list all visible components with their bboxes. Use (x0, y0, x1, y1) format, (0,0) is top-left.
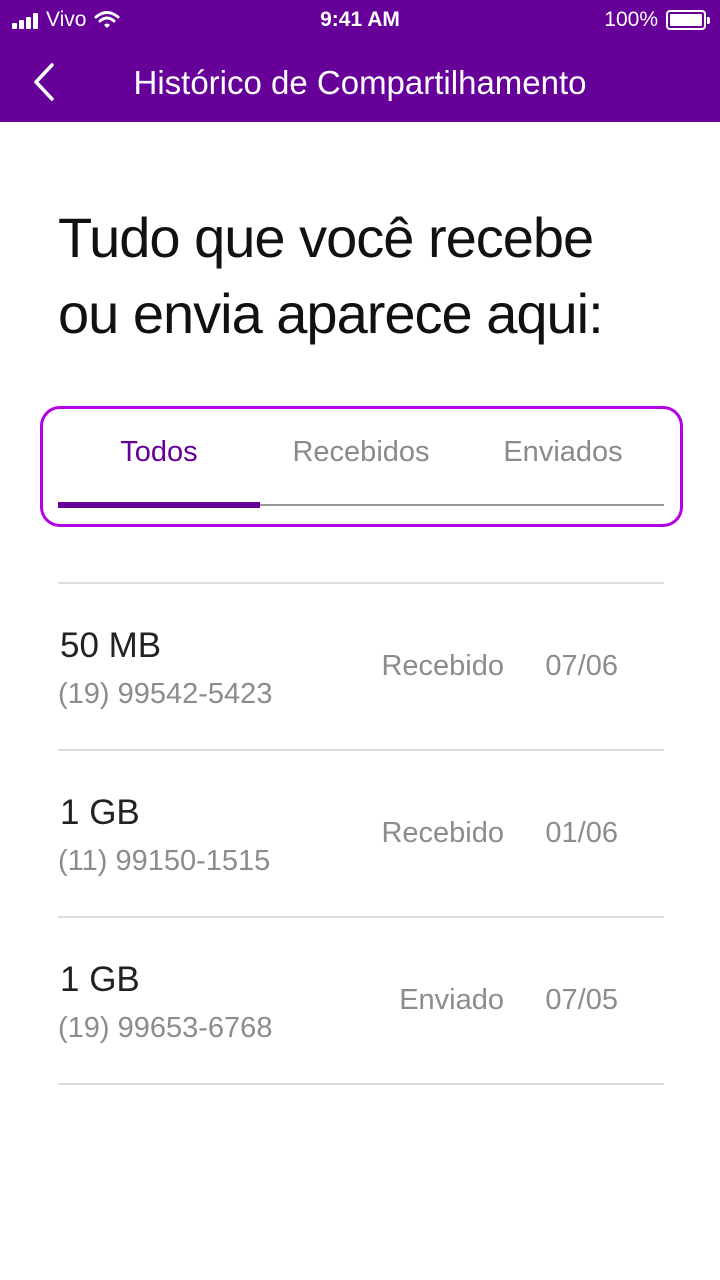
item-amount: 1 GB (60, 960, 140, 999)
status-right: 100% (604, 8, 710, 32)
history-item[interactable]: 1 GB (11) 99150-1515 Recebido 01/06 (58, 751, 664, 918)
tab-enviados[interactable]: Enviados (462, 420, 664, 506)
battery-percent: 100% (604, 8, 658, 31)
top-bar: Vivo 9:41 AM 100% Histórico de Compartil… (0, 0, 720, 122)
item-phone: (19) 99653-6768 (58, 1012, 273, 1044)
item-amount: 50 MB (60, 626, 162, 665)
tab-todos[interactable]: Todos (58, 420, 260, 508)
item-phone: (19) 99542-5423 (58, 678, 273, 710)
history-list: 50 MB (19) 99542-5423 Recebido 07/06 1 G… (58, 582, 664, 1085)
item-date: 07/05 (545, 984, 618, 1016)
headline-line-2: ou envia aparece aqui: (58, 282, 604, 345)
item-type: Enviado (399, 984, 504, 1016)
battery-icon (666, 10, 710, 30)
item-amount: 1 GB (60, 793, 140, 832)
history-item[interactable]: 1 GB (19) 99653-6768 Enviado 07/05 (58, 918, 664, 1085)
item-type: Recebido (381, 650, 504, 682)
page-title: Histórico de Compartilhamento (133, 64, 587, 101)
item-phone: (11) 99150-1515 (58, 845, 271, 877)
filter-tabs: Todos Recebidos Enviados (58, 420, 664, 508)
headline-line-1: Tudo que você recebe (58, 206, 594, 269)
item-date: 07/06 (545, 650, 618, 682)
item-date: 01/06 (545, 817, 618, 849)
headline: Tudo que você recebe ou envia aparece aq… (58, 200, 678, 352)
item-type: Recebido (381, 817, 504, 849)
history-item[interactable]: 50 MB (19) 99542-5423 Recebido 07/06 (58, 584, 664, 751)
tab-recebidos[interactable]: Recebidos (260, 420, 462, 506)
status-bar: Vivo 9:41 AM 100% (0, 0, 720, 40)
nav-bar: Histórico de Compartilhamento (0, 44, 720, 122)
